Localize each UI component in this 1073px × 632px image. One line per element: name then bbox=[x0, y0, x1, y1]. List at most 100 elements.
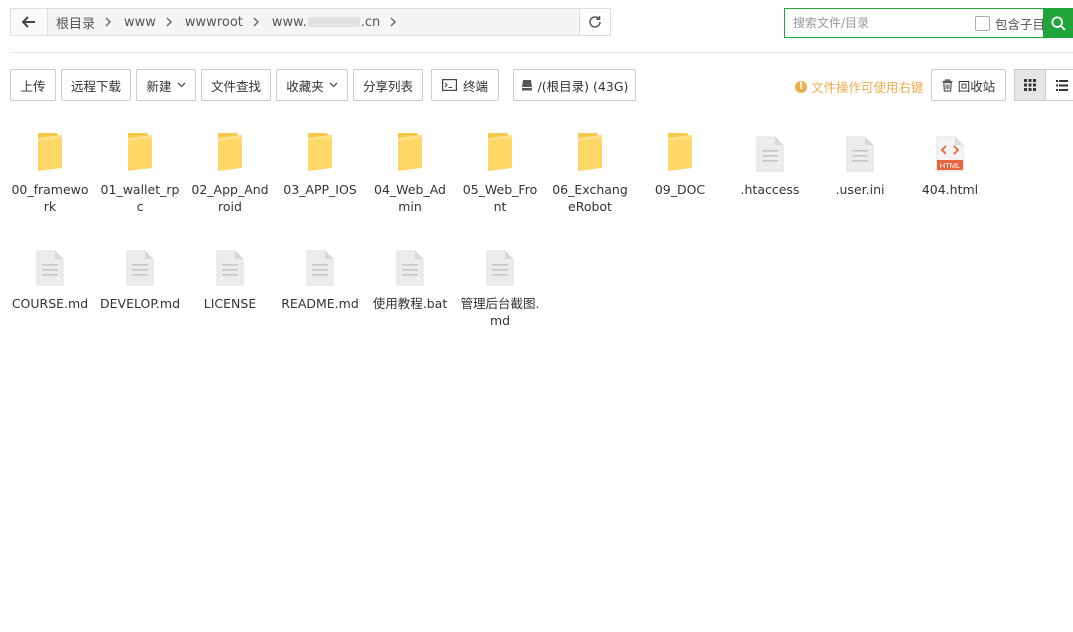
include-subdir-checkbox[interactable] bbox=[975, 15, 990, 31]
file-name: LICENSE bbox=[203, 296, 257, 311]
file-item[interactable]: DEVELOP.md bbox=[96, 242, 184, 312]
file-name: 09_DOC bbox=[654, 182, 706, 197]
folder-icon bbox=[575, 128, 605, 172]
arrow-left-icon bbox=[22, 16, 35, 28]
file-name: 04_Web_Admin bbox=[374, 182, 446, 214]
file-item[interactable]: HTML 404.html bbox=[906, 128, 994, 198]
folder-icon bbox=[395, 128, 425, 172]
folder-item[interactable]: 00_framework bbox=[6, 128, 94, 215]
chevron-down-icon bbox=[329, 82, 338, 88]
file-name: 管理后台截图.md bbox=[460, 296, 540, 328]
chevron-right-icon bbox=[390, 17, 397, 27]
file-search-button[interactable]: 文件查找 bbox=[201, 69, 271, 101]
document-icon bbox=[36, 242, 64, 286]
file-name: README.md bbox=[281, 296, 359, 311]
disk-button[interactable]: /(根目录) (43G) bbox=[513, 69, 636, 101]
breadcrumb-item-www[interactable]: www bbox=[124, 15, 185, 30]
recycle-bin-button[interactable]: 回收站 bbox=[931, 69, 1006, 101]
search-button[interactable] bbox=[1043, 8, 1073, 38]
terminal-button[interactable]: 终端 bbox=[431, 69, 499, 101]
file-item[interactable]: LICENSE bbox=[186, 242, 274, 312]
header-divider bbox=[10, 52, 1073, 53]
remote-download-button[interactable]: 远程下载 bbox=[61, 69, 131, 101]
folder-icon bbox=[485, 128, 515, 172]
trash-icon bbox=[942, 78, 953, 92]
favorites-button[interactable]: 收藏夹 bbox=[276, 69, 348, 101]
breadcrumb-item-wwwroot[interactable]: wwwroot bbox=[185, 15, 272, 30]
folder-icon bbox=[35, 128, 65, 172]
file-name: 05_Web_Front bbox=[462, 182, 538, 214]
search-box: 包含子目录 bbox=[784, 8, 1073, 38]
list-view-button[interactable] bbox=[1046, 69, 1073, 101]
file-item[interactable]: README.md bbox=[276, 242, 364, 312]
refresh-button[interactable] bbox=[579, 9, 610, 35]
crumb-label: 根目录 bbox=[56, 16, 96, 32]
file-name: 00_framework bbox=[11, 182, 89, 214]
crumb-label: wwwroot bbox=[184, 14, 243, 30]
list-icon bbox=[1055, 79, 1068, 91]
breadcrumb-item-root[interactable]: 根目录 bbox=[56, 13, 124, 32]
upload-label: 上传 bbox=[20, 78, 46, 94]
file-item[interactable]: 使用教程.bat bbox=[366, 242, 454, 312]
breadcrumb-item-site[interactable]: www. .cn bbox=[272, 15, 409, 30]
info-icon: ! bbox=[795, 80, 807, 93]
grid-icon bbox=[1024, 79, 1036, 91]
document-icon bbox=[306, 242, 334, 286]
file-name: DEVELOP.md bbox=[100, 296, 181, 311]
upload-button[interactable]: 上传 bbox=[10, 69, 56, 101]
disk-label: /(根目录) (43G) bbox=[537, 78, 629, 94]
favorites-label: 收藏夹 bbox=[286, 78, 324, 94]
disk-icon bbox=[521, 80, 532, 91]
document-icon bbox=[756, 128, 784, 172]
terminal-icon bbox=[441, 79, 457, 91]
folder-item[interactable]: 02_App_Android bbox=[186, 128, 274, 215]
svg-text:HTML: HTML bbox=[940, 161, 960, 170]
breadcrumb: 根目录 www wwwroot www. .cn bbox=[48, 13, 579, 32]
folder-item[interactable]: 05_Web_Front bbox=[456, 128, 544, 215]
crumb-label: www bbox=[124, 14, 156, 30]
folder-item[interactable]: 06_ExchangeRobot bbox=[546, 128, 634, 215]
file-name: 01_wallet_rpc bbox=[100, 182, 180, 214]
folder-item[interactable]: 04_Web_Admin bbox=[366, 128, 454, 215]
file-name: 03_APP_IOS bbox=[283, 182, 357, 197]
file-item[interactable]: .htaccess bbox=[726, 128, 814, 198]
file-item[interactable]: .user.ini bbox=[816, 128, 904, 198]
file-item[interactable]: 管理后台截图.md bbox=[456, 242, 544, 329]
file-name: 404.html bbox=[921, 182, 979, 197]
search-input[interactable] bbox=[785, 10, 961, 36]
back-button[interactable] bbox=[11, 9, 48, 35]
folder-item[interactable]: 01_wallet_rpc bbox=[96, 128, 184, 215]
new-button[interactable]: 新建 bbox=[136, 69, 196, 101]
folder-icon bbox=[125, 128, 155, 172]
document-icon bbox=[216, 242, 244, 286]
file-name: 02_App_Android bbox=[191, 182, 269, 214]
file-search-label: 文件查找 bbox=[210, 78, 261, 94]
chevron-right-icon bbox=[253, 17, 260, 27]
grid-view-button[interactable] bbox=[1014, 69, 1046, 101]
file-item[interactable]: COURSE.md bbox=[6, 242, 94, 312]
crumb-label-suffix: .cn bbox=[360, 14, 381, 30]
html-file-icon: HTML bbox=[936, 128, 964, 172]
chevron-down-icon bbox=[177, 82, 186, 88]
folder-icon bbox=[665, 128, 695, 172]
document-icon bbox=[486, 242, 514, 286]
document-icon bbox=[846, 128, 874, 172]
folder-item[interactable]: 03_APP_IOS bbox=[276, 128, 364, 198]
document-icon bbox=[126, 242, 154, 286]
search-icon bbox=[1050, 15, 1066, 31]
file-name: 使用教程.bat bbox=[372, 296, 448, 311]
file-name: .user.ini bbox=[835, 182, 885, 197]
chevron-right-icon bbox=[105, 17, 112, 27]
terminal-label: 终端 bbox=[462, 78, 488, 94]
redaction-mask bbox=[307, 17, 360, 27]
file-name: COURSE.md bbox=[11, 296, 89, 311]
folder-item[interactable]: 09_DOC bbox=[636, 128, 724, 198]
view-mode-switch bbox=[1014, 69, 1073, 101]
new-label: 新建 bbox=[146, 78, 172, 94]
right-click-hint-text: 文件操作可使用右键 bbox=[811, 80, 924, 95]
share-list-button[interactable]: 分享列表 bbox=[353, 69, 423, 101]
file-name: .htaccess bbox=[740, 182, 800, 197]
refresh-icon bbox=[589, 16, 601, 28]
file-name: 06_ExchangeRobot bbox=[552, 182, 628, 214]
crumb-label-prefix: www. bbox=[271, 14, 307, 30]
